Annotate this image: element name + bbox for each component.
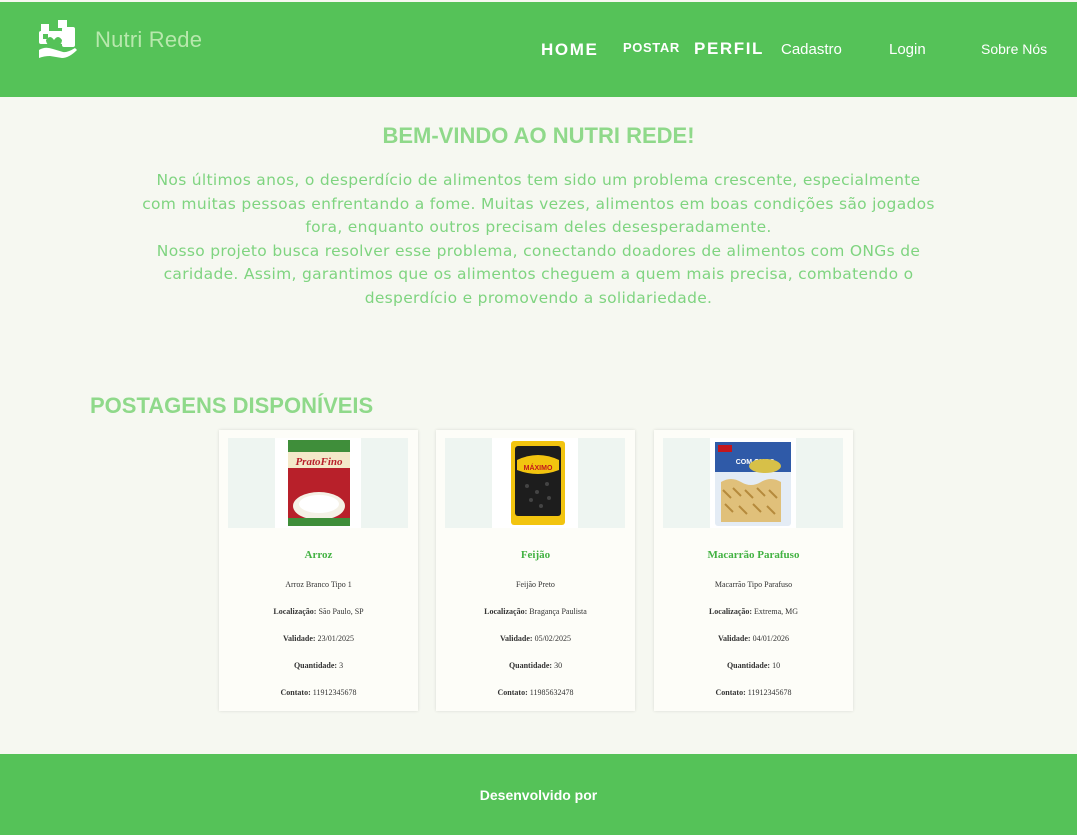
top-navbar: Nutri Rede HOME POSTAR PERFIL Cadastro L… <box>0 2 1077 97</box>
post-contact: Contato: 11912345678 <box>280 688 357 697</box>
post-location: Localização: Extrema, MG <box>708 607 799 616</box>
post-card[interactable]: COM OVOS Macarrão Parafuso Macarrão Tipo… <box>654 430 853 711</box>
post-description: Macarrão Tipo Parafuso <box>714 580 793 589</box>
post-card[interactable]: MÁXIMO Feijão Feijão Preto Localização: … <box>436 430 635 711</box>
nav-perfil[interactable]: PERFIL <box>694 39 764 59</box>
post-location: Localização: São Paulo, SP <box>273 607 364 616</box>
welcome-title: BEM-VINDO AO NUTRI REDE! <box>382 123 695 148</box>
beans-brand-text: MÁXIMO <box>524 463 553 472</box>
page: Nutri Rede HOME POSTAR PERFIL Cadastro L… <box>0 0 1077 835</box>
nav-postar[interactable]: POSTAR <box>623 40 680 55</box>
posts-section-title: POSTAGENS DISPONÍVEIS <box>90 393 374 418</box>
intro-paragraph-2: Nosso projeto busca resolver esse proble… <box>156 241 921 307</box>
nav-sobre-nos[interactable]: Sobre Nós <box>981 41 1047 57</box>
post-quantity: Quantidade: 10 <box>726 661 781 670</box>
black-beans-package-image: MÁXIMO <box>445 438 625 528</box>
post-contact: Contato: 11912345678 <box>715 688 792 697</box>
post-card[interactable]: PratoFino Arroz Arroz Branco Tipo 1 Loca… <box>219 430 418 711</box>
intro-paragraph-1: Nos últimos anos, o desperdício de alime… <box>142 171 935 236</box>
post-title: Arroz <box>304 549 333 561</box>
rice-brand-text: PratoFino <box>295 456 343 468</box>
nav-home[interactable]: HOME <box>541 40 598 60</box>
post-quantity: Quantidade: 3 <box>293 661 344 670</box>
post-validity: Validade: 04/01/2026 <box>717 634 790 643</box>
nav-login[interactable]: Login <box>889 41 926 58</box>
post-title: Feijão <box>520 549 551 561</box>
rice-package-image: PratoFino <box>228 438 408 528</box>
post-description: Feijão Preto <box>516 580 555 589</box>
post-title: Macarrão Parafuso <box>707 549 800 561</box>
nav-cadastro[interactable]: Cadastro <box>781 41 842 58</box>
post-validity: Validade: 05/02/2025 <box>499 634 572 643</box>
post-quantity: Quantidade: 30 <box>508 661 563 670</box>
post-description: Arroz Branco Tipo 1 <box>285 580 352 589</box>
pasta-package-image: COM OVOS <box>663 438 843 528</box>
post-validity: Validade: 23/01/2025 <box>282 634 355 643</box>
footer-credit: Desenvolvido por <box>479 787 598 803</box>
post-contact: Contato: 11985632478 <box>497 688 574 697</box>
post-location: Localização: Bragança Paulista <box>484 607 587 616</box>
intro-text: Nos últimos anos, o desperdício de alime… <box>140 169 937 310</box>
main-nav: HOME POSTAR PERFIL Cadastro Login Sobre … <box>0 2 1077 97</box>
footer: Desenvolvido por <box>0 754 1077 835</box>
